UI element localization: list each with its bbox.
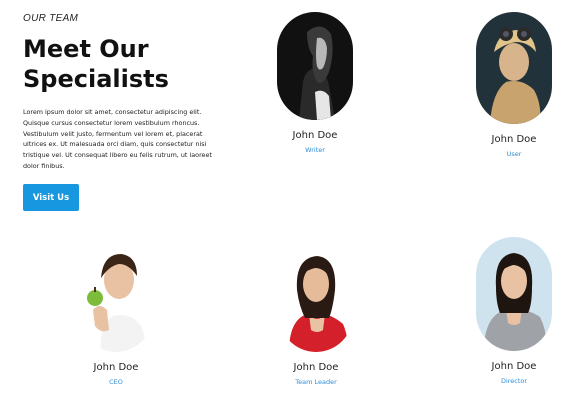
page-title: Meet Our Specialists [23,34,223,94]
member-name: John Doe [491,361,537,372]
member-name: John Doe [491,134,537,145]
title-line-1: Meet Our [23,35,149,63]
member-role[interactable]: User [459,150,569,158]
member-photo [476,237,552,351]
member-role[interactable]: Director [459,377,569,385]
section-description: Lorem ipsum dolor sit amet, consectetur … [23,108,212,170]
title-line-2: Specialists [23,65,169,93]
team-card-director[interactable]: John Doe Director [459,237,569,385]
team-card-team-leader[interactable]: John Doe Team Leader [261,240,371,386]
member-photo [476,12,552,124]
member-role[interactable]: Writer [260,146,370,154]
member-name: John Doe [93,362,139,373]
team-card-writer[interactable]: John Doe Writer [260,12,370,154]
member-name: John Doe [292,130,338,141]
team-card-ceo[interactable]: John Doe CEO [61,240,171,386]
member-photo [277,12,353,120]
team-intro: OUR TEAM Meet Our Specialists Lorem ipsu… [23,13,223,172]
member-role[interactable]: CEO [61,378,171,386]
team-card-user[interactable]: John Doe User [459,12,569,158]
member-photo [79,240,153,352]
member-role[interactable]: Team Leader [261,378,371,386]
visit-us-button[interactable]: Visit Us [23,184,79,211]
member-photo [279,240,353,352]
section-eyebrow: OUR TEAM [23,13,79,24]
member-name: John Doe [293,362,339,373]
